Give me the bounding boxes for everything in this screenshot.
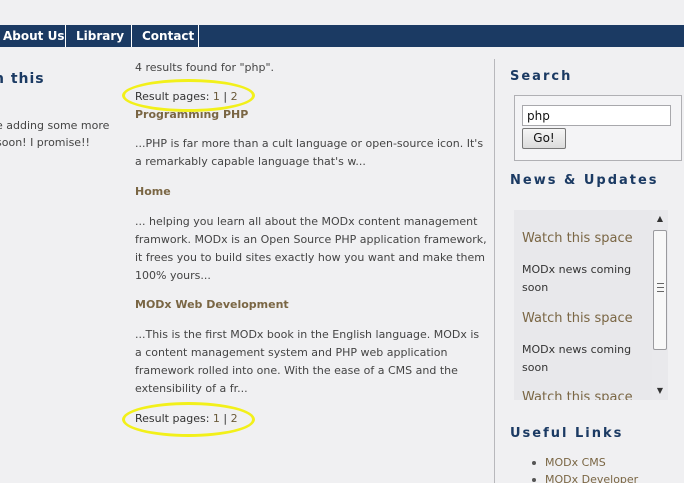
- link-label: MODx Developer: [545, 473, 639, 483]
- result-title-home[interactable]: Home: [135, 185, 171, 198]
- search-heading: Search: [510, 69, 573, 84]
- news-item-title: Watch this space: [522, 311, 633, 326]
- result-title-modx-web-development[interactable]: MODx Web Development: [135, 298, 289, 311]
- top-navbar: About Us Library Contact: [0, 25, 684, 47]
- results-count: 4 results found for "php".: [135, 61, 275, 74]
- news-item-title: Watch this space: [522, 231, 633, 246]
- result-snippet: ... helping you learn all about the MODx…: [135, 215, 487, 282]
- link-label: MODx CMS: [545, 456, 606, 469]
- news-scrollbar[interactable]: ▲ ▼: [652, 210, 668, 400]
- sidebar-divider: [494, 59, 495, 483]
- left-heading-line-1: n this: [0, 71, 45, 87]
- news-item-text: MODx news coming soon: [522, 343, 632, 374]
- grip-icon: [657, 283, 664, 292]
- result-snippet: ...PHP is far more than a cult language …: [135, 137, 484, 168]
- news-item-title: Watch this space: [522, 390, 633, 400]
- scroll-thumb[interactable]: [653, 230, 667, 350]
- left-column-text: e adding some more soon! I promise!!: [0, 117, 109, 151]
- link-modx-developer[interactable]: MODx Developer: [530, 471, 680, 483]
- scroll-up-arrow-icon[interactable]: ▲: [652, 212, 668, 226]
- useful-links-heading: Useful Links: [510, 426, 624, 441]
- left-heading-line-2: !: [0, 88, 45, 106]
- news-scroll-box[interactable]: Watch this space MODx news coming soon W…: [514, 210, 668, 400]
- highlight-circle-top: [122, 79, 255, 112]
- search-input[interactable]: [522, 105, 671, 126]
- highlight-circle-bottom: [122, 402, 255, 437]
- scroll-down-arrow-icon[interactable]: ▼: [652, 384, 668, 398]
- link-modx-cms[interactable]: MODx CMS: [530, 454, 680, 471]
- left-text-line-1: e adding some more: [0, 119, 110, 132]
- go-button[interactable]: Go!: [522, 128, 566, 149]
- nav-item-contact[interactable]: Contact: [132, 25, 199, 47]
- nav-item-library[interactable]: Library: [66, 25, 132, 47]
- useful-links-list: MODx CMS MODx Developer: [530, 454, 680, 483]
- bullet-icon: [532, 478, 536, 482]
- left-column-heading: n this !: [0, 70, 45, 106]
- news-item-text: MODx news coming soon: [522, 263, 632, 294]
- bullet-icon: [532, 461, 536, 465]
- news-heading: News & Updates: [510, 173, 659, 188]
- left-text-line-2: soon! I promise!!: [0, 136, 90, 149]
- result-snippet: ...This is the first MODx book in the En…: [135, 328, 480, 395]
- nav-item-about-us[interactable]: About Us: [0, 25, 66, 47]
